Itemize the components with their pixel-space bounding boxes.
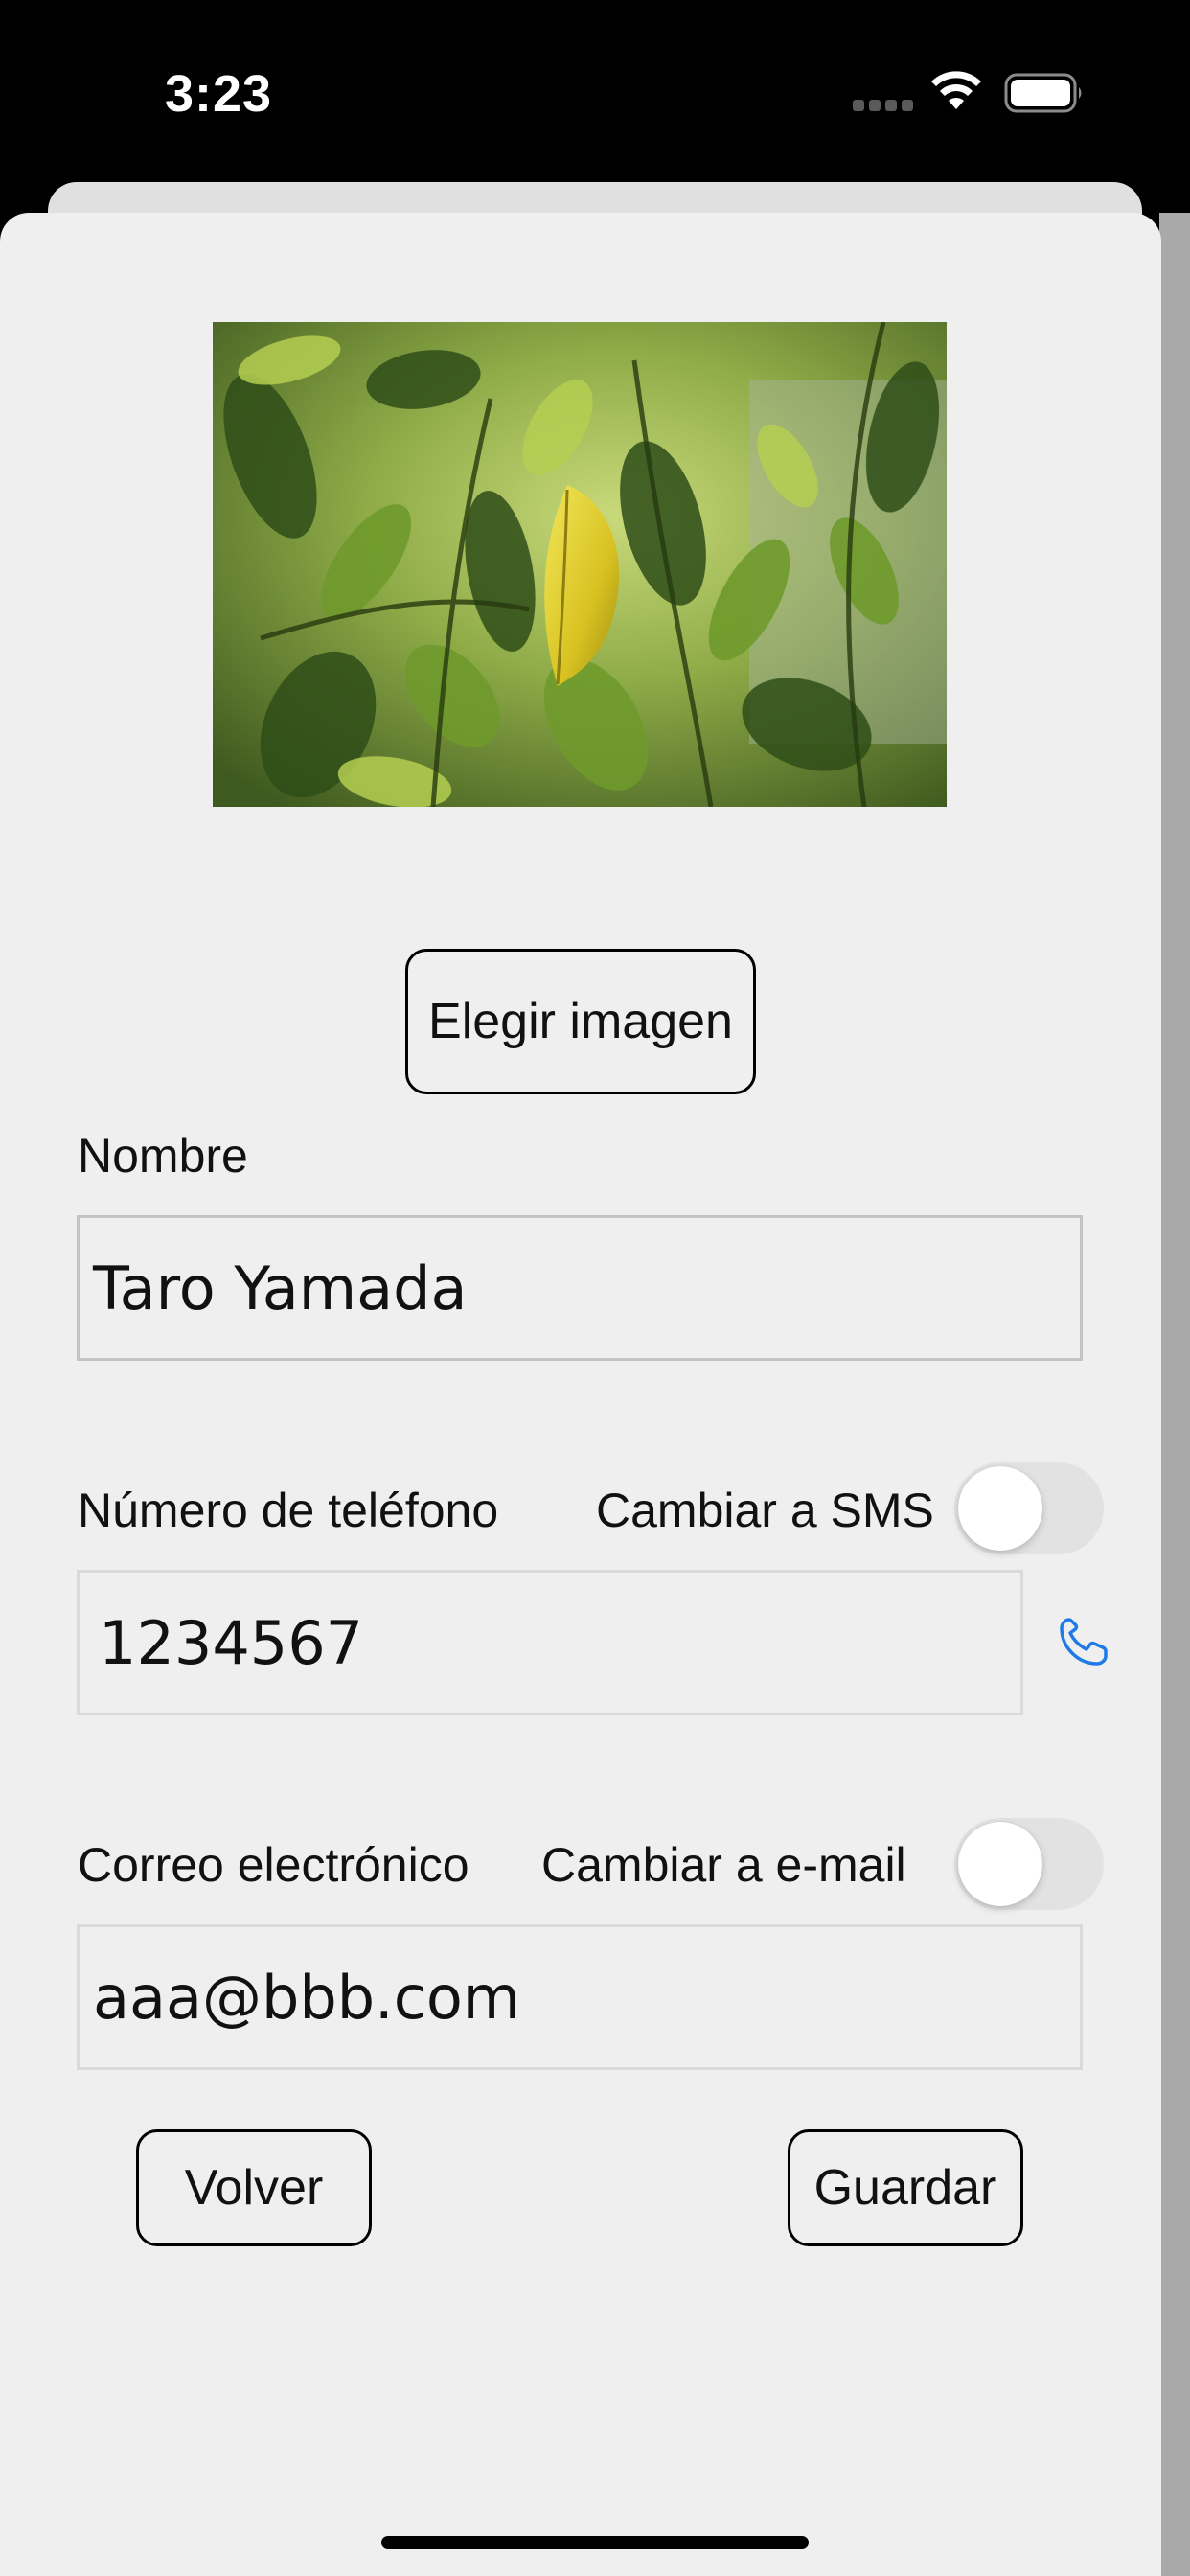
battery-icon bbox=[1004, 73, 1082, 113]
home-indicator bbox=[381, 2536, 809, 2549]
status-bar: 3:23 bbox=[0, 0, 1190, 182]
toggle-knob bbox=[958, 1466, 1042, 1551]
sheet-edge bbox=[1159, 213, 1190, 2576]
phone-field[interactable]: 1234567 bbox=[77, 1570, 1023, 1715]
name-field[interactable]: Taro Yamada bbox=[77, 1215, 1083, 1361]
phone-icon[interactable] bbox=[1058, 1616, 1110, 1668]
toggle-knob bbox=[958, 1822, 1042, 1906]
phone-label: Número de teléfono bbox=[78, 1484, 499, 1537]
choose-image-button[interactable]: Elegir imagen bbox=[405, 949, 756, 1094]
name-label: Nombre bbox=[78, 1129, 248, 1183]
leaf-photo bbox=[213, 322, 947, 807]
save-button[interactable]: Guardar bbox=[788, 2129, 1023, 2246]
sms-toggle-label: Cambiar a SMS bbox=[596, 1484, 934, 1537]
email-toggle-label: Cambiar a e-mail bbox=[541, 1838, 906, 1892]
contact-photo bbox=[213, 322, 947, 807]
email-field[interactable]: aaa@bbb.com bbox=[77, 1924, 1083, 2070]
status-time: 3:23 bbox=[165, 65, 273, 123]
sms-toggle[interactable] bbox=[954, 1462, 1104, 1554]
email-toggle[interactable] bbox=[954, 1818, 1104, 1910]
wifi-icon bbox=[931, 71, 981, 109]
cellular-signal-icon bbox=[853, 100, 913, 113]
back-button[interactable]: Volver bbox=[136, 2129, 372, 2246]
email-label: Correo electrónico bbox=[78, 1838, 469, 1892]
